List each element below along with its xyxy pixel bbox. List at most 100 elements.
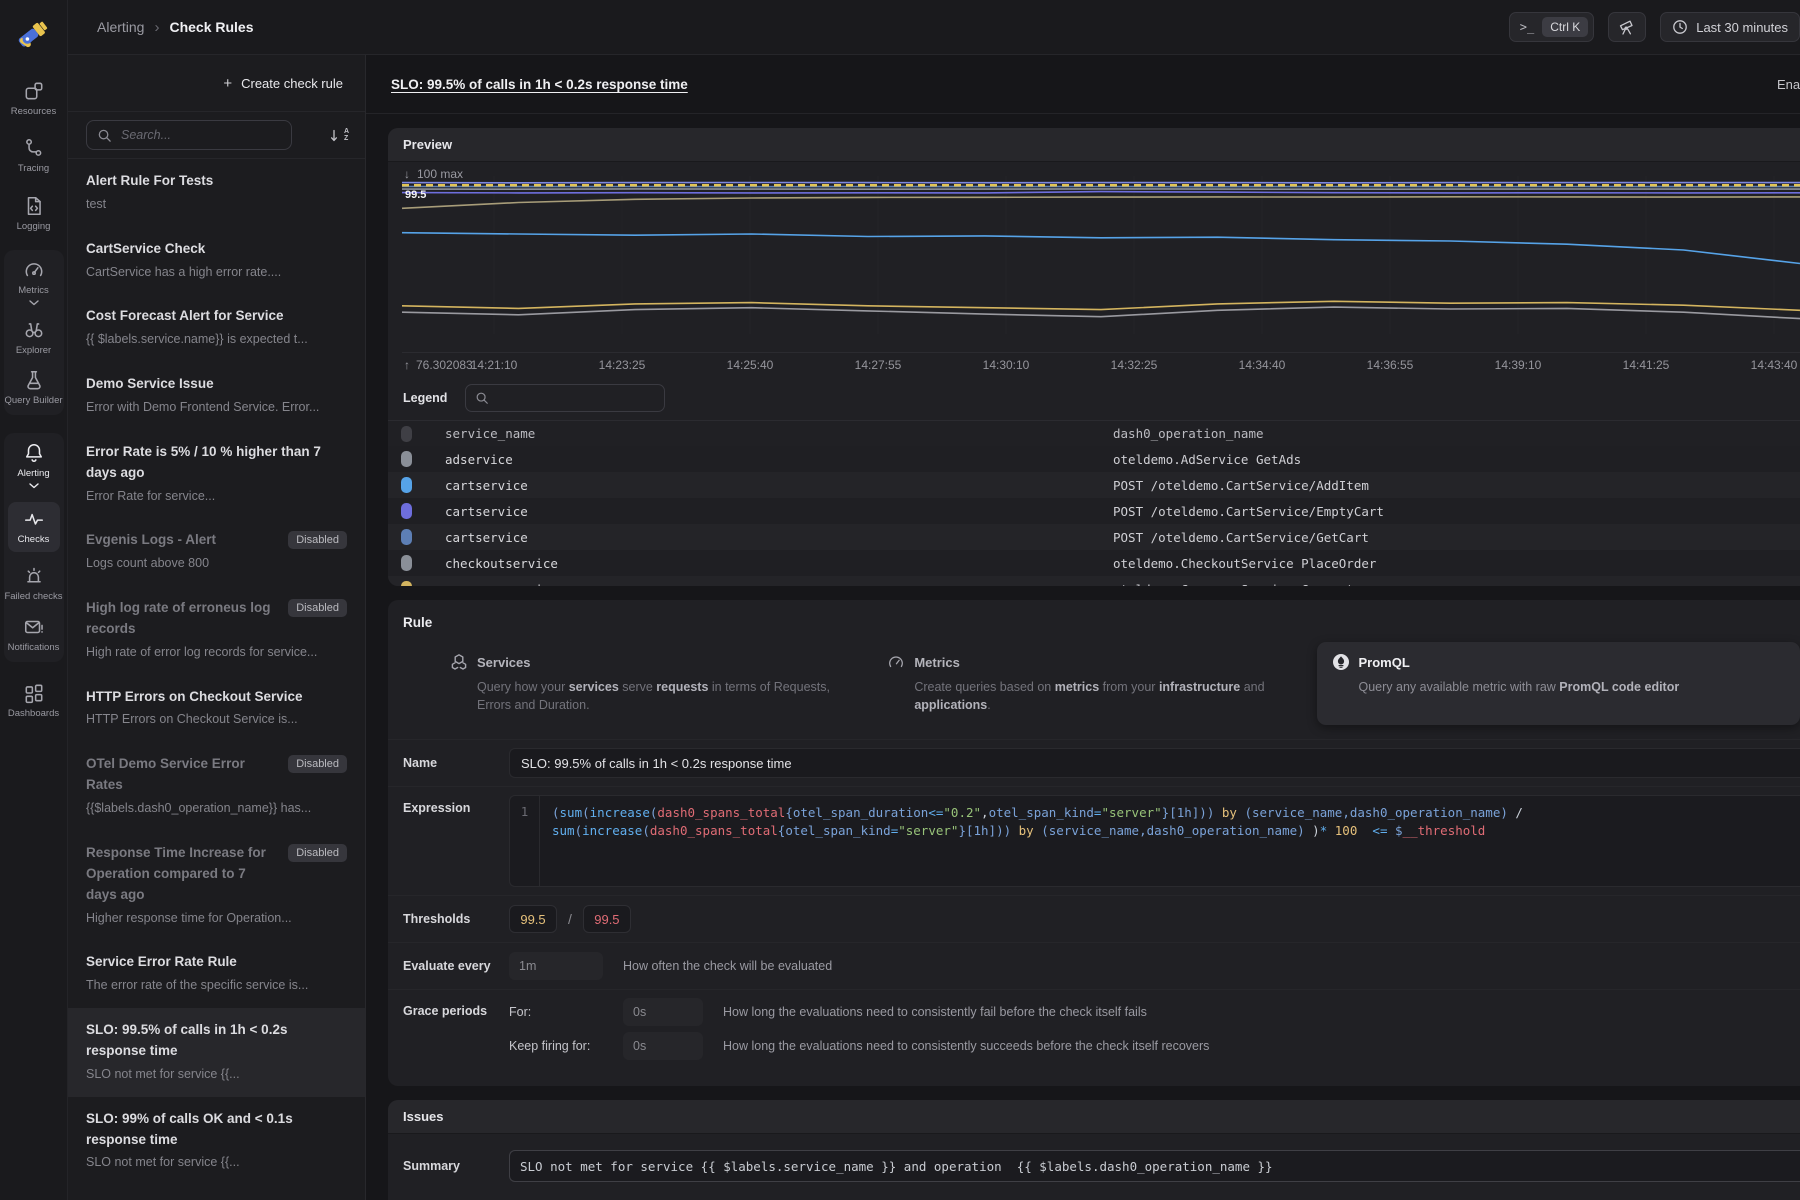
legend-row[interactable]: checkoutservice oteldemo.CheckoutService…	[388, 550, 1800, 576]
checks-pulse-icon	[23, 508, 45, 530]
series-color-swatch[interactable]	[401, 451, 412, 467]
issues-panel: Issues Summary	[388, 1100, 1800, 1200]
nav-group-metrics: Metrics Explorer Query Builder	[4, 250, 64, 415]
check-rule-item[interactable]: Response Time Increase for Operation com…	[68, 831, 365, 941]
sort-arrow-icon	[329, 128, 343, 143]
degraded-threshold-input[interactable]	[509, 905, 557, 933]
check-rule-item[interactable]: Error Rate is 5% / 10 % higher than 7 da…	[68, 430, 365, 519]
sidebar-item-metrics[interactable]: Metrics	[3, 259, 65, 305]
create-check-rule-button[interactable]: + Create check rule	[223, 75, 343, 92]
check-rule-item[interactable]: Demo Service Issue Error with Demo Front…	[68, 362, 365, 430]
grace-period-row: Keep firing for: How long the evaluation…	[509, 1032, 1209, 1060]
query-type-name: Metrics	[914, 655, 960, 670]
grace-period-label: For:	[509, 1005, 623, 1019]
sidebar-item-label: Logging	[17, 221, 51, 232]
x-axis-tick: 14:27:55	[855, 358, 902, 372]
check-rule-item[interactable]: SLO: 99% of calls OK and < 0.1s response…	[68, 1097, 365, 1186]
chart-threshold-label: 99.5	[405, 189, 426, 201]
summary-input[interactable]	[509, 1150, 1800, 1182]
legend-column-service: service_name	[445, 426, 1113, 441]
sidebar-item-failed-checks[interactable]: Failed checks	[3, 565, 65, 602]
time-range-picker[interactable]: Last 30 minutes	[1660, 12, 1800, 42]
page-title[interactable]: SLO: 99.5% of calls in 1h < 0.2s respons…	[391, 77, 688, 92]
command-palette-button[interactable]: >_ Ctrl K	[1509, 12, 1594, 42]
check-rule-item[interactable]: HTTP Errors on Checkout Service HTTP Err…	[68, 675, 365, 743]
search-icon	[475, 391, 489, 405]
sidebar-item-label: Alerting	[17, 468, 49, 479]
legend-row[interactable]: cartservice POST /oteldemo.CartService/E…	[388, 498, 1800, 524]
plus-icon: +	[223, 75, 232, 92]
evaluate-interval-input[interactable]	[509, 952, 603, 980]
breadcrumb-section[interactable]: Alerting	[97, 19, 144, 35]
legend-row[interactable]: adservice oteldemo.AdService GetAds	[388, 446, 1800, 472]
sort-button[interactable]: AZ	[329, 128, 349, 143]
legend-service-name: cartservice	[445, 530, 1113, 545]
check-rule-item[interactable]: Alert Rule For Tests test	[68, 159, 365, 227]
check-rule-item[interactable]: Service Error Rate Rule The error rate o…	[68, 940, 365, 1008]
grace-period-input[interactable]	[623, 1032, 703, 1060]
check-rule-description: SLO not met for service {{...	[86, 1065, 347, 1084]
legend-search-box[interactable]	[465, 384, 665, 412]
grace-period-rows: For: How long the evaluations need to co…	[509, 998, 1209, 1060]
legend-label: Legend	[403, 391, 447, 405]
series-color-swatch[interactable]	[401, 581, 412, 586]
dash0-logo[interactable]	[12, 12, 56, 56]
series-color-swatch[interactable]	[401, 503, 412, 519]
legend-service-name: adservice	[445, 452, 1113, 467]
expression-code[interactable]: (sum(increase(dash0_spans_total{otel_spa…	[540, 796, 1523, 886]
check-rule-item[interactable]: High log rate of erroneus log records Di…	[68, 586, 365, 675]
legend-search-input[interactable]	[497, 391, 655, 405]
name-label: Name	[403, 756, 509, 770]
x-axis-tick: 14:21:10	[471, 358, 518, 372]
preview-chart[interactable]: ↓ 100 max 99.5	[402, 162, 1800, 352]
x-axis-tick: 14:32:25	[1111, 358, 1158, 372]
series-color-swatch[interactable]	[401, 529, 412, 545]
failed-threshold-input[interactable]	[583, 905, 631, 933]
breadcrumb-page: Check Rules	[169, 19, 253, 35]
series-color-swatch[interactable]	[401, 426, 412, 442]
query-type-promql[interactable]: PromQL Query any available metric with r…	[1317, 642, 1800, 725]
legend-operation-name: oteldemo.CurrencyService Convert	[1113, 582, 1800, 587]
series-color-swatch[interactable]	[401, 477, 412, 493]
check-rule-item[interactable]: Evgenis Logs - Alert Disabled Logs count…	[68, 518, 365, 586]
check-rule-item[interactable]: Cost Forecast Alert for Service {{ $labe…	[68, 294, 365, 362]
sidebar-item-dashboards[interactable]: Dashboards	[3, 682, 65, 719]
legend-row[interactable]: cartservice POST /oteldemo.CartService/A…	[388, 472, 1800, 498]
grace-period-help-text: How long the evaluations need to consist…	[723, 1005, 1147, 1019]
check-rule-item[interactable]: OTel Demo Service Error Rates Disabled {…	[68, 742, 365, 831]
sidebar-item-logging[interactable]: Logging	[3, 195, 65, 232]
sidebar-item-alerting[interactable]: Alerting	[3, 442, 65, 488]
check-rule-item[interactable]: SLO: 99.5% of calls in 1h < 0.2s respons…	[68, 1008, 365, 1097]
check-rule-description: Error Rate for service...	[86, 487, 347, 506]
query-type-metrics[interactable]: Metrics Create queries based on metrics …	[872, 642, 1292, 725]
dashboards-grid-icon	[23, 682, 45, 704]
grace-period-input[interactable]	[623, 998, 703, 1026]
sidebar-item-checks[interactable]: Checks	[8, 502, 60, 552]
check-rule-description: test	[86, 195, 347, 214]
sidebar-item-tracing[interactable]: Tracing	[3, 137, 65, 174]
resources-icon	[23, 80, 45, 102]
check-rule-description: The error rate of the specific service i…	[86, 976, 347, 995]
legend-service-name: cartservice	[445, 478, 1113, 493]
query-type-services[interactable]: Services Query how your services serve r…	[435, 642, 848, 725]
sidebar-item-explorer[interactable]: Explorer	[3, 319, 65, 356]
rule-name-input[interactable]	[509, 748, 1800, 778]
check-rules-list: Alert Rule For Tests test CartService Ch…	[68, 159, 365, 1200]
telescope-button[interactable]	[1608, 12, 1646, 42]
check-rule-description: Logs count above 800	[86, 554, 347, 573]
legend-row[interactable]: cartservice POST /oteldemo.CartService/G…	[388, 524, 1800, 550]
legend-header-row: service_name dash0_operation_name	[388, 420, 1800, 446]
check-rule-item[interactable]: CartService Check CartService has a high…	[68, 227, 365, 295]
promql-editor[interactable]: 1 (sum(increase(dash0_spans_total{otel_s…	[509, 795, 1800, 887]
sidebar-item-notifications[interactable]: Notifications	[3, 616, 65, 653]
sidebar-item-resources[interactable]: Resources	[3, 80, 65, 117]
legend-row[interactable]: currencyservice oteldemo.CurrencyService…	[388, 576, 1800, 586]
series-color-swatch[interactable]	[401, 555, 412, 571]
rules-search-input[interactable]	[121, 128, 281, 142]
tracing-icon	[23, 137, 45, 159]
rules-search-box[interactable]	[86, 120, 292, 150]
sidebar-item-query-builder[interactable]: Query Builder	[3, 369, 65, 406]
legend-operation-name: POST /oteldemo.CartService/EmptyCart	[1113, 504, 1800, 519]
evaluate-row: Evaluate every How often the check will …	[388, 942, 1800, 989]
check-rule-description: {{ $labels.service.name}} is expected t.…	[86, 330, 347, 349]
